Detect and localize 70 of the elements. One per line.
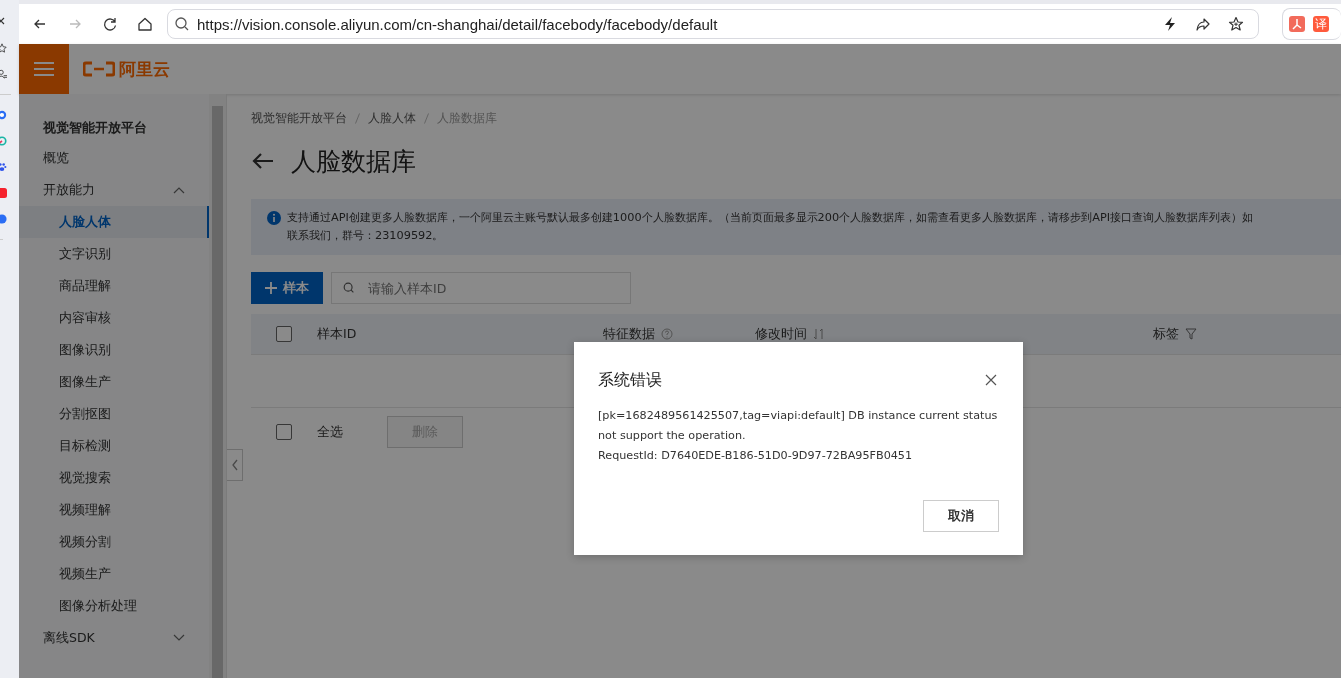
- breadcrumb-link[interactable]: 人脸人体: [368, 110, 416, 127]
- breadcrumb-link[interactable]: 视觉智能开放平台: [251, 110, 347, 127]
- checkbox[interactable]: [276, 326, 292, 342]
- column-header: 修改时间: [755, 325, 807, 343]
- nav-item[interactable]: 分割抠图: [19, 398, 209, 430]
- ring-icon[interactable]: [0, 135, 7, 147]
- menu-button[interactable]: [19, 44, 69, 94]
- request-id: RequestId: D7640EDE-B186-51D0-9D97-72BA95FB0451: [598, 448, 914, 464]
- nav-group[interactable]: 开放能力: [19, 174, 209, 206]
- chevron-down-icon: [173, 634, 185, 642]
- nav-item[interactable]: 概览: [19, 142, 209, 174]
- app-icon[interactable]: [0, 213, 7, 225]
- column-header: 样本ID: [317, 325, 357, 343]
- nav-item[interactable]: 图像分析处理: [19, 590, 209, 622]
- nav-item[interactable]: 内容审核: [19, 302, 209, 334]
- breadcrumb-separator: [424, 113, 429, 124]
- nav-item[interactable]: 图像生产: [19, 366, 209, 398]
- search-icon: [174, 16, 190, 32]
- chevron-up-icon: [173, 186, 185, 194]
- logo-icon: [83, 61, 115, 77]
- checkbox[interactable]: [276, 424, 292, 440]
- nav-item[interactable]: 商品理解: [19, 270, 209, 302]
- search-field[interactable]: 请输入样本ID: [331, 272, 631, 304]
- filter-icon[interactable]: [1185, 328, 1197, 340]
- person-list-icon[interactable]: [0, 68, 7, 80]
- cancel-button[interactable]: 取消: [923, 500, 999, 532]
- share-icon[interactable]: [1195, 16, 1211, 32]
- nav-item[interactable]: 视频生产: [19, 558, 209, 590]
- sidebar-title: 视觉智能开放平台: [42, 119, 148, 137]
- star-icon[interactable]: [0, 42, 7, 54]
- home-icon[interactable]: [137, 16, 153, 32]
- menu-icon: [34, 61, 54, 77]
- dialog-title: 系统错误: [598, 369, 662, 391]
- notice-text: 支持通过API创建更多人脸数据库，一个阿里云主账号默认最多创建1000个人脸数据库。（当前页面最多显示200个人脸数据库，如需查看更多人脸数据库，请移步到API接口查询人脸数据库列表）如: [287, 210, 1254, 226]
- nav-item[interactable]: 视觉搜索: [19, 462, 209, 494]
- nav-item[interactable]: 视频理解: [19, 494, 209, 526]
- address-bar[interactable]: https://vision.console.aliyun.com/cn-shanghai/detail/facebody/facebody/default: [167, 9, 1259, 39]
- paw-icon[interactable]: [0, 161, 7, 173]
- logo-text: 阿里云: [119, 57, 170, 81]
- bookmark-star-icon[interactable]: [1228, 16, 1244, 32]
- scrollbar[interactable]: [209, 94, 227, 678]
- nav-item[interactable]: 人脸人体: [19, 206, 209, 238]
- close-icon[interactable]: [985, 374, 997, 386]
- page-title: 人脸数据库: [291, 145, 416, 178]
- select-all-label: 全选: [317, 423, 343, 441]
- add-sample-button[interactable]: 样本: [251, 272, 323, 304]
- collapse-handle[interactable]: [227, 449, 243, 481]
- app-icon[interactable]: [0, 187, 7, 199]
- column-header: 标签: [1153, 325, 1179, 343]
- breadcrumb-separator: [355, 113, 360, 124]
- nav-item[interactable]: 视频分割: [19, 526, 209, 558]
- nav-group[interactable]: 离线SDK: [19, 622, 209, 654]
- notice-text: 联系我们，群号：23109592。: [287, 228, 445, 244]
- info-icon: [267, 211, 281, 225]
- column-header: 特征数据: [603, 325, 655, 343]
- back-arrow-icon[interactable]: [251, 151, 275, 171]
- nav-item[interactable]: 目标检测: [19, 430, 209, 462]
- error-message: [pk=1682489561425507,tag=viapi:default] DB instance current status not support the operation.: [598, 408, 999, 444]
- pdf-icon[interactable]: [1289, 16, 1305, 32]
- sort-icon[interactable]: [813, 328, 825, 340]
- url-text: https://vision.console.aliyun.com/cn-shanghai/detail/facebody/facebody/default: [197, 15, 719, 33]
- chevron-left-icon: [230, 459, 239, 471]
- nav-item[interactable]: 文字识别: [19, 238, 209, 270]
- cloud-icon[interactable]: [0, 109, 7, 121]
- reload-icon[interactable]: [102, 16, 118, 32]
- plus-icon: [265, 282, 277, 294]
- search-icon: [342, 281, 356, 295]
- nav-item[interactable]: 图像识别: [19, 334, 209, 366]
- translate-icon[interactable]: 译: [1313, 16, 1329, 32]
- lightning-icon[interactable]: [1162, 16, 1178, 32]
